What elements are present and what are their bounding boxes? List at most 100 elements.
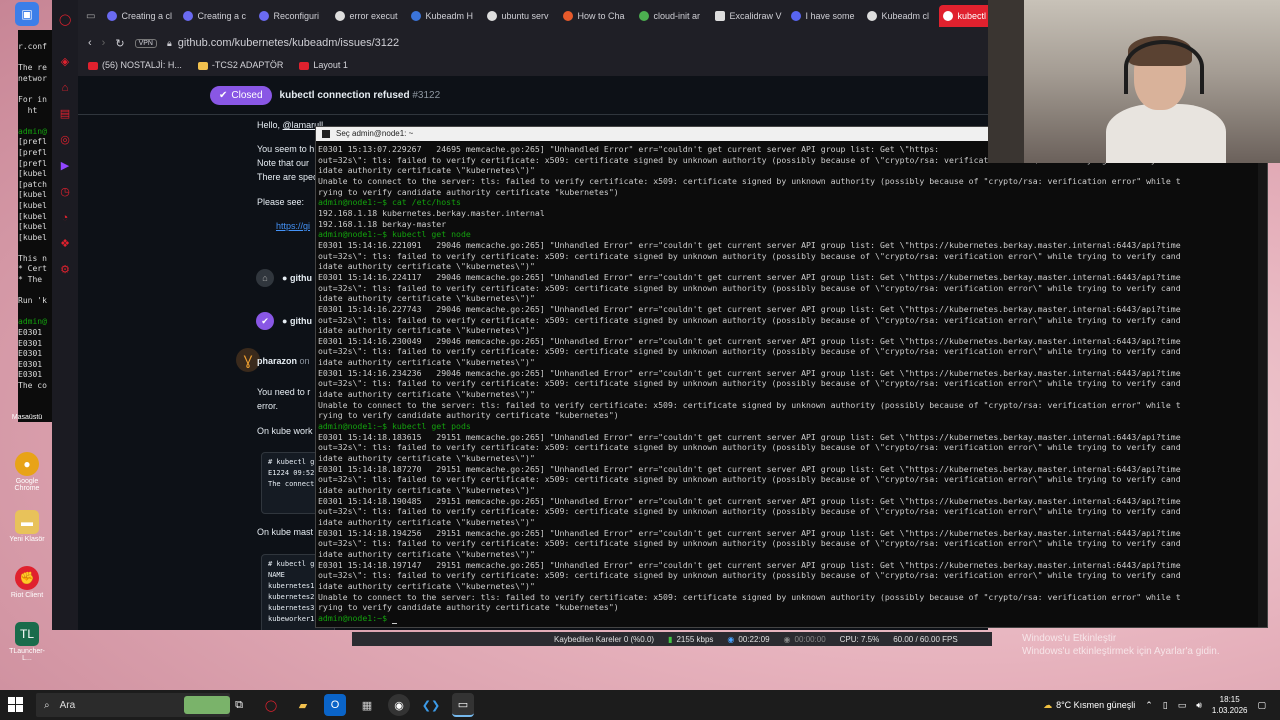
messenger-icon[interactable]: ◎ [59, 134, 71, 146]
stream-icon: ◉ [783, 634, 791, 644]
terminal-prompt-line: admin@node1:~$ [318, 613, 1267, 624]
task-view-icon[interactable]: ⧉ [228, 694, 250, 716]
search-placeholder: Ara [59, 699, 76, 711]
clock-time: 18:15 [1219, 695, 1240, 704]
usb-icon[interactable]: ▯ [1163, 700, 1168, 711]
windows-icon [197, 61, 208, 70]
back-icon[interactable]: ‹ [88, 37, 92, 49]
file-explorer-icon[interactable]: ▰ [292, 694, 314, 716]
terminal-prompt-line: admin@node1:~$ cat /etc/hosts [318, 197, 461, 208]
comment-link[interactable]: https://gi [276, 221, 310, 231]
terminal-line: 192.168.1.18 berkay-master [318, 218, 447, 229]
clock[interactable]: 18:15 1.03.2026 [1212, 694, 1248, 716]
notifications-icon[interactable]: ▢ [1257, 700, 1266, 711]
desktop-icon-tlauncher[interactable]: TL TLauncher-L... [6, 622, 48, 662]
tab-item-active[interactable]: kubectl [939, 5, 988, 27]
clock-date: 1.03.2026 [1211, 706, 1248, 715]
tab-item[interactable]: cloud-init ar [635, 5, 709, 27]
vscode-icon[interactable]: ❮❯ [420, 694, 442, 716]
bookmark-item[interactable]: -TCS2 ADAPTÖR [197, 60, 283, 70]
issue-title: kubectl connection refused #3122 [279, 89, 441, 101]
history-icon[interactable]: ◷ [59, 186, 71, 198]
terminal-line: idate authority certificate \"kubernetes… [318, 389, 535, 400]
activate-subtitle: Windows'u etkinleştirmek için Ayarlar'a … [1022, 646, 1220, 657]
terminal-line: idate authority certificate \"kubernetes… [318, 580, 535, 591]
volume-icon[interactable]: 🔊︎ [1196, 700, 1202, 711]
comment-text: error. [257, 401, 279, 411]
bookmark-item[interactable]: Layout 1 [299, 60, 348, 70]
terminal-line: idate authority certificate \"kubernetes… [318, 293, 535, 304]
terminal-line: E0301 15:14:16.227743 29046 memcache.go:… [318, 303, 1181, 314]
reload-icon[interactable]: ↻ [115, 37, 124, 50]
tab-favicon-icon [411, 11, 422, 21]
terminal-line: out=32s\": tls: failed to verify certifi… [318, 378, 1181, 389]
tab-item[interactable]: Excalidraw V [711, 5, 785, 27]
terminal-prompt-line: admin@node1:~$ kubectl get node [318, 229, 471, 240]
vpn-badge[interactable]: VPN [134, 38, 157, 48]
tab-item[interactable]: How to Cha [559, 5, 633, 27]
comment-text: Please see: [257, 197, 305, 207]
weather-icon[interactable]: ☁ [1043, 700, 1052, 711]
desktop-icon-masaustu-label[interactable]: Masaüstü [6, 414, 48, 421]
desktop-icon-yeni-klasor[interactable]: ▬ Yeni Klasör [6, 510, 48, 543]
calculator-icon[interactable]: ▦ [356, 694, 378, 716]
tab-item[interactable]: Kubeadm cl [863, 5, 937, 27]
folder-icon: ▣ [15, 2, 39, 26]
timeline-event: ● githu [282, 273, 312, 283]
record-icon: ◉ [727, 634, 735, 644]
terminal-window[interactable]: Seç admin@node1: ~ E0301 15:13:07.229267… [315, 126, 1268, 628]
address-bar: ‹ › ↻ VPN 🔒︎ github.com/kubernetes/kubea… [78, 32, 988, 54]
record-time: 00:22:09 [738, 634, 770, 644]
windows-start-icon[interactable] [8, 697, 24, 713]
taskbar-search[interactable]: ⌕ Ara [36, 693, 230, 717]
desktop-icon-masaustu[interactable]: ▣ [6, 2, 48, 28]
comment-text: You need to r [257, 387, 311, 397]
terminal-line: E0301 15:14:16.234236 29046 memcache.go:… [318, 367, 1181, 378]
network-icon[interactable]: ▭ [1178, 700, 1187, 711]
tab-item[interactable]: error execut [331, 5, 405, 27]
tab-item[interactable]: ubuntu serv [483, 5, 557, 27]
comment-author[interactable]: pharazon on [257, 356, 310, 366]
terminal-line: E0301 15:14:16.230049 29046 memcache.go:… [318, 335, 1181, 346]
tab-item[interactable]: Creating a cl [103, 5, 177, 27]
forward-icon[interactable]: › [102, 37, 106, 49]
terminal-line: out=32s\": tls: failed to verify certifi… [318, 250, 1181, 261]
desktop-icon-chrome[interactable]: ● Google Chrome [6, 452, 48, 492]
closed-icon: ✔ [219, 89, 228, 101]
terminal-cursor [391, 622, 397, 624]
webcam-background [988, 0, 1024, 163]
wallet-icon[interactable]: ▤ [59, 108, 71, 120]
terminal-line: 192.168.1.18 kubernetes.berkay.master.in… [318, 207, 545, 218]
settings-icon[interactable]: ⚙ [59, 264, 71, 276]
weather-text[interactable]: 8°C Kısmen güneşli [1056, 700, 1135, 710]
tab-favicon-icon [183, 11, 194, 21]
tab-bar: ▭ Creating a cl Creating a c Reconfiguri… [78, 0, 988, 32]
opera-icon[interactable]: ◯ [260, 694, 282, 716]
aria-icon[interactable]: ◈ [59, 56, 71, 68]
twitch-icon[interactable]: ▶ [59, 160, 71, 172]
obs-icon[interactable]: ◉ [388, 694, 410, 716]
extensions-icon[interactable]: ❖ [59, 238, 71, 250]
chevron-up-icon[interactable]: ⌃ [1145, 700, 1153, 711]
dropped-frames: Kaybedilen Kareler 0 (%0.0) [554, 634, 655, 644]
tab-item[interactable]: Kubeadm H [407, 5, 481, 27]
bag-icon[interactable]: ⌂ [59, 82, 71, 94]
desktop-icon-riot-client[interactable]: ✊ Riot Client [6, 566, 48, 599]
url-field[interactable]: github.com/kubernetes/kubeadm/issues/312… [178, 37, 399, 49]
terminal-scrollbar[interactable] [1258, 141, 1267, 627]
bookmark-item[interactable]: (56) NOSTALJİ: H... [88, 60, 182, 70]
desktop-icons: ▣ Masaüstü ● Google Chrome ▬ Yeni Klasör… [0, 0, 50, 690]
terminal-line: Unable to connect to the server: tls: fa… [318, 175, 1181, 186]
tab-item[interactable]: Creating a c [179, 5, 253, 27]
tab-item[interactable]: I have some [787, 5, 861, 27]
tab-menu-icon[interactable]: ▭ [86, 11, 95, 22]
outlook-icon[interactable]: O [324, 694, 346, 716]
terminal-icon[interactable]: ▭ [452, 693, 474, 717]
comment-text: There are spec [257, 172, 318, 182]
clock-icon[interactable]: ◔ [59, 212, 71, 224]
opera-logo-icon[interactable]: ◯ [59, 14, 71, 26]
terminal-output[interactable]: E0301 15:13:07.229267 24695 memcache.go:… [316, 141, 1267, 624]
terminal-line: rying to verify candidate authority cert… [318, 602, 619, 613]
terminal-line: out=32s\": tls: failed to verify certifi… [318, 570, 1181, 581]
tab-item[interactable]: Reconfiguri [255, 5, 329, 27]
